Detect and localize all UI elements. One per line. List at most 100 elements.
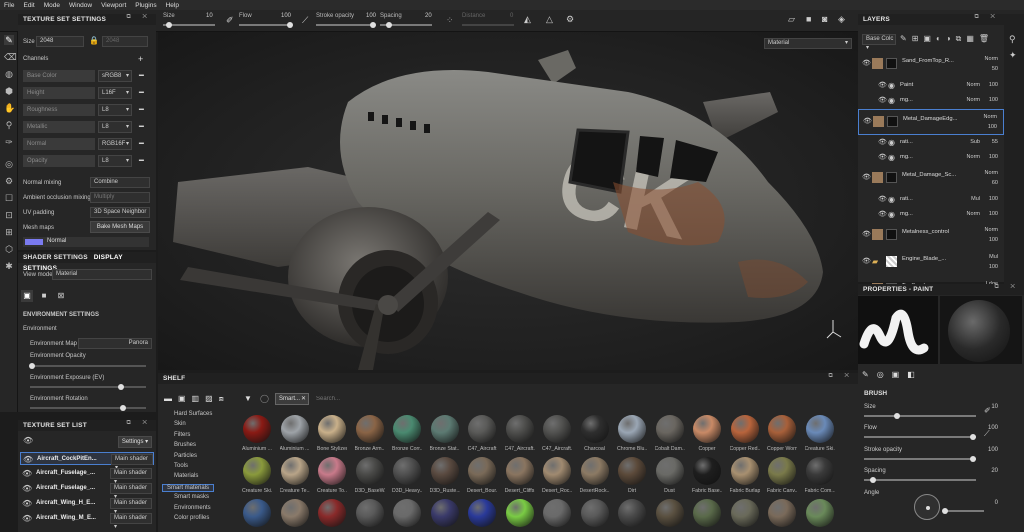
menu-plugins[interactable]: Plugins [135,2,156,9]
texture-set-list-window-icons[interactable]: ⧉ ✕ [126,420,152,427]
layer-blend-mode[interactable]: Norm [967,154,980,160]
smart-material-item[interactable]: Desert_Cliffs [505,457,535,494]
smart-material-item[interactable]: Bone Stylized [317,415,347,452]
brush-spacing-value[interactable]: 20 [991,468,998,474]
layer-blend-mode[interactable]: Mul [989,254,998,260]
lazy-mouse-icon[interactable]: ⁘ [446,15,454,26]
flow-icon[interactable]: ✐ [226,15,234,26]
brush-flow-knob[interactable] [970,434,976,440]
distance-value[interactable]: 0 [510,13,513,19]
layer-visibility-icon[interactable]: 👁 [862,173,871,181]
smart-material-item[interactable]: Charcoal [580,415,610,452]
smart-material-item[interactable] [542,499,572,527]
uv-padding-select[interactable]: 3D Space Neighbor [90,207,150,218]
flow-value[interactable]: 100 [281,13,291,19]
layer-row[interactable]: 👁 ◉ mg... Norm 100 [858,94,1004,108]
shelf-category[interactable]: Smart masks [174,494,209,500]
shelf-category[interactable]: Hard Surfaces [174,411,212,417]
object-mode-icon[interactable]: ■ [806,14,811,24]
layer-opacity[interactable]: 60 [992,180,998,186]
smart-material-item[interactable]: Creature Ski... [242,457,272,494]
visibility-icon[interactable]: 👁 [22,499,32,508]
visibility-icon[interactable]: 👁 [22,484,32,493]
layer-visibility-icon[interactable]: 👁 [878,81,887,89]
smart-material-item[interactable] [767,499,797,527]
layer-row[interactable]: 👁 Sand_FromTop_R... Norm 50 [858,52,1004,78]
layer-blend-mode[interactable]: Norm [967,211,980,217]
layer-blend-mode[interactable]: Norm [985,56,998,62]
flow-slider-knob[interactable] [287,22,293,28]
brush-spacing-knob[interactable] [870,477,876,483]
smart-material-item[interactable] [655,499,685,527]
remove-channel-icon[interactable]: ━ [139,138,144,150]
texture-size-select[interactable]: 2048 [36,36,84,47]
layer-opacity[interactable]: 100 [989,97,998,103]
remove-channel-icon[interactable]: ━ [139,121,144,133]
layer-tool-icon[interactable]: ⚲ [1009,34,1016,45]
paint-brush-icon[interactable]: ✎ [4,35,14,45]
smart-material-item[interactable] [580,499,610,527]
layers-tool-icon[interactable]: ⊞ [4,227,14,237]
channel-format-select[interactable]: L8 ▾ [98,121,132,133]
layer-visibility-icon[interactable]: 👁 [878,210,887,218]
brush-angle-slider[interactable] [942,508,984,514]
layer-row[interactable]: 👁 ◉ rati... Mul 100 [858,193,1004,207]
bake-icon[interactable]: ◎ [4,159,14,169]
menu-viewport[interactable]: Viewport [101,2,126,9]
layer-opacity[interactable]: 100 [989,264,998,270]
layer-opacity[interactable]: 100 [989,211,998,217]
smart-material-item[interactable]: Fabric Canv... [767,457,797,494]
settings-icon[interactable]: ⚙ [566,14,574,25]
shelf-window-icons[interactable]: ⧉ ✕ [828,373,854,380]
tab-shader-settings[interactable]: SHADER SETTINGS [23,254,88,261]
flow-pressure-icon[interactable]: ⟋ [984,429,990,439]
layer-blend-mode[interactable]: Norm [967,97,980,103]
layer-visibility-icon[interactable]: 👁 [862,257,871,265]
environment-opacity-knob[interactable] [29,363,35,369]
size-value[interactable]: 10 [206,13,213,19]
size-pressure-icon[interactable]: ✐ [984,406,991,415]
smart-material-item[interactable]: D3D_Ruste... [430,457,460,494]
clone-icon[interactable]: ⚲ [4,120,14,130]
layer-opacity[interactable]: 100 [988,124,997,130]
smart-material-item[interactable] [805,499,835,527]
layer-channel-select[interactable]: Base Colc ▾ [862,34,896,51]
remove-channel-icon[interactable]: ━ [139,70,144,82]
layer-action-icons[interactable]: ✎⊞▣◐◑⧉▦🗑 [900,34,994,44]
bake-mesh-maps-button[interactable]: Bake Mesh Maps [90,221,150,233]
color-picker-icon[interactable]: ✑ [4,137,14,147]
angle-dial[interactable] [914,494,940,520]
environment-exposure-knob[interactable] [118,384,124,390]
smart-material-item[interactable]: Fabric Com... [805,457,835,494]
channel-format-select[interactable]: L16F ▾ [98,87,132,99]
layer-row[interactable]: 👁 Metalness_control Norm 100 [858,223,1004,249]
smart-material-item[interactable]: Fabric Burlap [730,457,760,494]
layer-blend-mode[interactable]: Norm [967,82,980,88]
polygon-fill-icon[interactable]: ⬢ [4,86,14,96]
smart-material-item[interactable] [467,499,497,527]
environment-exposure-slider[interactable] [30,384,146,390]
view-mode-select[interactable]: Material [52,269,152,280]
smart-material-item[interactable]: Bronze Corr... [392,415,422,452]
smart-material-item[interactable] [392,499,422,527]
filter-chip[interactable]: Smart... ✕ [275,393,309,405]
remove-channel-icon[interactable]: ━ [139,104,144,116]
smart-material-item[interactable]: Creature To... [317,457,347,494]
symmetry-tool-icon[interactable]: ⊡ [4,210,14,220]
shelf-category[interactable]: Tools [174,463,188,469]
shelf-category[interactable]: Filters [174,432,190,438]
layer-row[interactable]: 👁 ◉ rati... Sub 55 [858,136,1004,150]
smudge-icon[interactable]: ✋ [4,103,15,113]
brush-stroke-opacity-value[interactable]: 100 [988,447,998,453]
render-icon[interactable]: ◈ [838,14,845,25]
shelf-category[interactable]: Color profiles [174,515,209,521]
add-channel-icon[interactable]: + [138,54,143,64]
layers-window-icons[interactable]: ⧉ ✕ [974,14,1000,21]
shader-select[interactable]: Main shader ▾ [110,498,152,515]
layer-visibility-icon[interactable]: 👁 [878,96,887,104]
channel-format-select[interactable]: sRGB8 ▾ [98,70,132,82]
channel-format-select[interactable]: L8 ▾ [98,155,132,167]
symmetry-icon[interactable]: ◭ [524,14,531,25]
layer-visibility-icon[interactable]: 👁 [878,153,887,161]
panel-window-icons[interactable]: ⧉ ✕ [126,14,152,21]
